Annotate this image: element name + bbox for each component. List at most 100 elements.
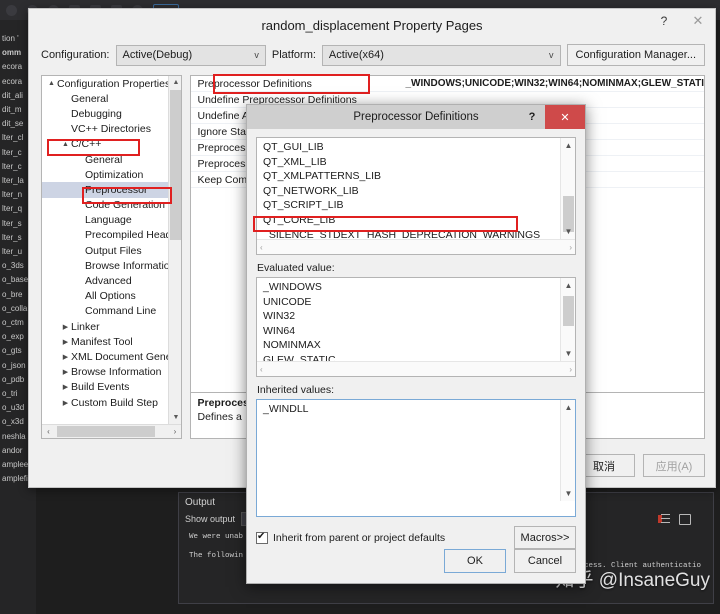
tree-item-general[interactable]: General (42, 152, 168, 167)
expand-icon[interactable]: ▶ (60, 399, 71, 407)
tree-item-xml-document-gene[interactable]: ▶ XML Document Gene (42, 349, 169, 364)
inherited-vertical-scrollbar[interactable]: ▲ ▼ (560, 400, 575, 501)
property-row[interactable]: Preprocessor Definitions _WINDOWS;UNICODE… (191, 76, 704, 92)
scroll-up-icon[interactable]: ▲ (561, 400, 575, 415)
platform-label: Platform: (271, 49, 316, 61)
tree-item-label: Advanced (85, 275, 132, 288)
expand-icon[interactable]: ▶ (60, 368, 71, 376)
evaluated-horizontal-scrollbar[interactable]: ‹ › (257, 361, 575, 376)
close-icon[interactable]: ✕ (545, 105, 585, 129)
evaluated-item[interactable]: UNICODE (257, 295, 560, 310)
scroll-down-icon[interactable]: ▼ (561, 346, 575, 361)
scroll-up-icon[interactable]: ▲ (561, 138, 575, 153)
scroll-left-icon[interactable]: ‹ (42, 425, 55, 438)
evaluated-item[interactable]: _WINDOWS (257, 280, 560, 295)
inherited-listbox[interactable]: _WINDLL ▲ ▼ (256, 399, 576, 517)
macros-button[interactable]: Macros>> (514, 526, 576, 549)
tree-item-c-c[interactable]: ▲ C/C++ (42, 137, 168, 152)
tree-item-language[interactable]: Language (42, 213, 168, 228)
scroll-up-icon[interactable]: ▲ (169, 76, 181, 89)
scroll-down-icon[interactable]: ▼ (561, 224, 575, 239)
inherit-checkbox[interactable] (256, 531, 268, 544)
tree-item-label: General (85, 153, 123, 166)
definition-item[interactable]: _SILENCE_STDEXT_HASH_DEPRECATION_WARNING… (257, 228, 560, 239)
definition-item[interactable]: QT_CORE_LIB (257, 213, 560, 228)
evaluated-scroll-thumb[interactable] (563, 296, 574, 326)
tree-item-preprocessor[interactable]: Preprocessor (42, 182, 169, 198)
close-icon[interactable]: ✕ (681, 9, 715, 33)
tree-item-build-events[interactable]: ▶ Build Events (42, 380, 168, 395)
tree-item-browse-informatio[interactable]: Browse Informatio (42, 258, 168, 273)
evaluated-item[interactable]: WIN64 (257, 324, 560, 339)
tree-item-label: Custom Build Step (71, 396, 158, 409)
scroll-right-icon[interactable]: › (168, 425, 181, 438)
configuration-select[interactable]: Active(Debug) v (115, 44, 266, 66)
tree-horizontal-scrollbar[interactable]: ‹ › (42, 424, 182, 438)
expand-icon[interactable]: ▶ (60, 323, 71, 331)
configuration-value: Active(Debug) (122, 49, 193, 61)
dialog-footer: OK Cancel (444, 549, 576, 573)
tree-vertical-scrollbar[interactable]: ▲ ▼ (168, 76, 182, 424)
definition-item[interactable]: QT_XML_LIB (257, 155, 560, 170)
platform-value: Active(x64) (328, 49, 384, 61)
expand-icon[interactable]: ▶ (60, 353, 71, 361)
scroll-down-icon[interactable]: ▼ (561, 486, 575, 501)
clear-output-icon[interactable] (658, 513, 670, 525)
help-icon[interactable]: ? (519, 105, 545, 129)
evaluated-item[interactable]: WIN32 (257, 309, 560, 324)
tree-item-advanced[interactable]: Advanced (42, 273, 168, 288)
tree-item-command-line[interactable]: Command Line (42, 304, 168, 319)
definitions-listbox[interactable]: QT_GUI_LIB QT_XML_LIB QT_XMLPATTERNS_LIB QT… (256, 137, 576, 255)
scroll-right-icon[interactable]: › (569, 365, 572, 374)
evaluated-list: _WINDOWS UNICODE WIN32 WIN64 NOMINMAX GLEW_ST… (257, 280, 560, 361)
tree-item-code-generation[interactable]: Code Generation (42, 198, 168, 213)
collapse-icon[interactable]: ▲ (46, 80, 57, 87)
definition-item[interactable]: QT_XMLPATTERNS_LIB (257, 169, 560, 184)
definition-item[interactable]: QT_NETWORK_LIB (257, 184, 560, 199)
configuration-manager-button[interactable]: Configuration Manager... (566, 44, 705, 66)
scroll-right-icon[interactable]: › (569, 243, 572, 252)
tree-item-all-options[interactable]: All Options (42, 289, 168, 304)
tree-item-manifest-tool[interactable]: ▶ Manifest Tool (42, 334, 168, 349)
tree-item-custom-build-step[interactable]: ▶ Custom Build Step (42, 395, 168, 410)
dialog-window-buttons: ? ✕ (519, 105, 585, 129)
definition-item[interactable]: QT_GUI_LIB (257, 140, 560, 155)
evaluated-item[interactable]: NOMINMAX (257, 338, 560, 353)
tree-item-general[interactable]: General (42, 91, 168, 106)
inherited-item[interactable]: _WINDLL (257, 402, 560, 417)
scroll-up-icon[interactable]: ▲ (561, 278, 575, 293)
definitions-vertical-scrollbar[interactable]: ▲ ▼ (560, 138, 575, 239)
tree-item-precompiled-head[interactable]: Precompiled Head (42, 228, 168, 243)
scroll-left-icon[interactable]: ‹ (260, 243, 263, 252)
tree-item-output-files[interactable]: Output Files (42, 243, 168, 258)
properties-tree[interactable]: ▲ Configuration Properties General Debuggin… (41, 75, 183, 439)
tree-item-linker[interactable]: ▶ Linker (42, 319, 168, 334)
toggle-wordwrap-icon[interactable] (679, 513, 691, 525)
dialog-cancel-button[interactable]: Cancel (514, 549, 576, 573)
inherit-checkbox-label: Inherit from parent or project defaults (273, 531, 446, 544)
tree-item-optimization[interactable]: Optimization (42, 167, 168, 182)
definitions-horizontal-scrollbar[interactable]: ‹ › (257, 239, 575, 254)
evaluated-listbox[interactable]: _WINDOWS UNICODE WIN32 WIN64 NOMINMAX GLEW_ST… (256, 277, 576, 377)
tree-item-configuration-properties[interactable]: ▲ Configuration Properties (42, 76, 168, 91)
collapse-icon[interactable]: ▲ (60, 141, 71, 148)
property-value[interactable]: _WINDOWS;UNICODE;WIN32;WIN64;NOMINMAX;GL… (399, 78, 704, 89)
evaluated-item[interactable]: GLEW_STATIC (257, 353, 560, 361)
platform-select[interactable]: Active(x64) v (321, 44, 561, 66)
expand-icon[interactable]: ▶ (60, 338, 71, 346)
expand-icon[interactable]: ▶ (60, 383, 71, 391)
evaluated-vertical-scrollbar[interactable]: ▲ ▼ (560, 278, 575, 361)
tree-item-browse-information[interactable]: ▶ Browse Information (42, 365, 168, 380)
ok-button[interactable]: OK (444, 549, 506, 573)
tree-scroll-thumb[interactable] (170, 90, 182, 240)
definition-item[interactable]: QT_SCRIPT_LIB (257, 198, 560, 213)
help-icon[interactable]: ? (647, 9, 681, 33)
tree-hscroll-thumb[interactable] (57, 426, 155, 437)
scroll-left-icon[interactable]: ‹ (260, 365, 263, 374)
tree-item-debugging[interactable]: Debugging (42, 106, 168, 121)
scroll-down-icon[interactable]: ▼ (169, 411, 181, 424)
tree-item-vc-directories[interactable]: VC++ Directories (42, 122, 168, 137)
apply-button[interactable]: 应用(A) (643, 454, 705, 477)
toolbar-back-icon[interactable] (6, 4, 17, 16)
tree-item-label: Linker (71, 320, 100, 333)
